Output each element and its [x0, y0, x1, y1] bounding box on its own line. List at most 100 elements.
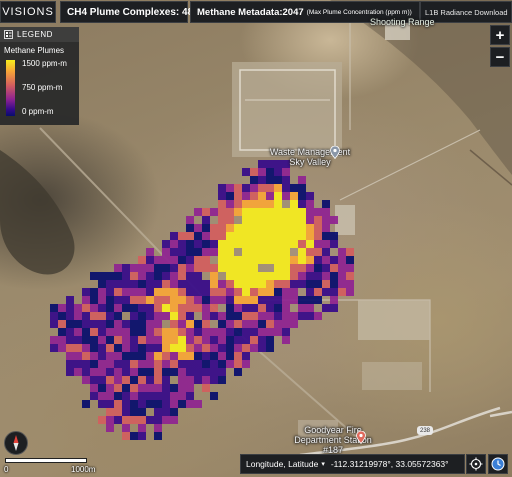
- plume-pixel: [186, 216, 194, 224]
- plume-pixel: [154, 360, 162, 368]
- plume-pixel: [74, 304, 82, 312]
- plume-pixel: [298, 264, 306, 272]
- waste-facility-label[interactable]: Waste Management Sky Valley: [265, 147, 355, 167]
- plume-pixel: [290, 256, 298, 264]
- plume-pixel: [322, 288, 330, 296]
- methane-plume[interactable]: [50, 160, 354, 440]
- plume-pixel: [90, 320, 98, 328]
- plume-pixel: [250, 312, 258, 320]
- plume-pixel: [266, 168, 274, 176]
- plume-complexes-chip[interactable]: CH4 Plume Complexes: 483: [60, 1, 199, 23]
- plume-pixel: [98, 320, 106, 328]
- plume-pixel: [306, 240, 314, 248]
- plume-pixel: [138, 432, 146, 440]
- plume-pixel: [154, 280, 162, 288]
- plume-pixel: [242, 336, 250, 344]
- plume-pixel: [58, 328, 66, 336]
- plume-pixel: [146, 384, 154, 392]
- plume-pixel: [338, 248, 346, 256]
- plume-pixel: [298, 304, 306, 312]
- plume-pixel: [170, 384, 178, 392]
- plume-pixel: [258, 320, 266, 328]
- plume-pixel: [306, 264, 314, 272]
- plume-pixel: [130, 352, 138, 360]
- plume-pixel: [202, 328, 210, 336]
- plume-pixel: [226, 192, 234, 200]
- zoom-in-button[interactable]: +: [490, 25, 510, 45]
- locate-button[interactable]: [466, 454, 486, 474]
- plume-pixel: [234, 256, 242, 264]
- plume-pixel: [322, 248, 330, 256]
- plume-pixel: [282, 216, 290, 224]
- shooting-range-label[interactable]: Shooting Range: [370, 17, 435, 27]
- plume-pixel: [130, 304, 138, 312]
- plume-pixel: [186, 312, 194, 320]
- plume-pixel: [210, 224, 218, 232]
- plume-pixel: [162, 384, 170, 392]
- plume-pixel: [98, 288, 106, 296]
- plume-pixel: [274, 176, 282, 184]
- plume-pixel: [242, 184, 250, 192]
- legend-panel: LEGEND Methane Plumes 1500 ppm-m 750 ppm…: [0, 27, 79, 125]
- visions-button[interactable]: VISIONS: [0, 1, 56, 23]
- plume-pixel: [250, 320, 258, 328]
- plume-pixel: [170, 232, 178, 240]
- plume-pixel: [170, 296, 178, 304]
- plume-pixel: [282, 240, 290, 248]
- plume-pixel: [234, 352, 242, 360]
- plume-pixel: [194, 208, 202, 216]
- plume-pixel: [242, 288, 250, 296]
- plume-pixel: [298, 216, 306, 224]
- zoom-out-button[interactable]: −: [490, 47, 510, 67]
- plume-pixel: [218, 312, 226, 320]
- plume-pixel: [194, 344, 202, 352]
- plume-pixel: [306, 208, 314, 216]
- road-ne: [339, 129, 481, 201]
- plume-pixel: [202, 304, 210, 312]
- plume-pixel: [170, 368, 178, 376]
- plume-pixel: [314, 288, 322, 296]
- clock-icon: [491, 457, 505, 471]
- plume-pixel: [170, 408, 178, 416]
- plume-pixel: [162, 368, 170, 376]
- legend-header[interactable]: LEGEND: [0, 27, 79, 42]
- plume-pixel: [114, 344, 122, 352]
- plume-pixel: [346, 264, 354, 272]
- fire-station-pin-icon[interactable]: [356, 431, 366, 444]
- plume-pixel: [282, 176, 290, 184]
- plume-pixel: [186, 368, 194, 376]
- plume-pixel: [98, 376, 106, 384]
- plume-pixel: [106, 408, 114, 416]
- plume-pixel: [122, 416, 130, 424]
- coordinate-readout[interactable]: Longitude, Latitude ▾ -112.31219978°, 33…: [240, 454, 465, 474]
- plume-pixel: [82, 360, 90, 368]
- plume-pixel: [330, 256, 338, 264]
- plume-pixel: [250, 240, 258, 248]
- plume-pixel: [314, 272, 322, 280]
- plume-pixel: [234, 328, 242, 336]
- compass-button[interactable]: [4, 431, 28, 455]
- plume-pixel: [194, 320, 202, 328]
- plume-pixel: [194, 272, 202, 280]
- plume-pixel: [314, 280, 322, 288]
- plume-pixel: [290, 288, 298, 296]
- plume-pixel: [258, 208, 266, 216]
- plume-pixel: [266, 328, 274, 336]
- plume-pixel: [242, 224, 250, 232]
- plume-pixel: [130, 360, 138, 368]
- plume-pixel: [194, 376, 202, 384]
- plume-pixel: [154, 352, 162, 360]
- plume-pixel: [202, 216, 210, 224]
- plume-pixel: [138, 424, 146, 432]
- plume-pixel: [90, 360, 98, 368]
- plume-pixel: [266, 200, 274, 208]
- time-button[interactable]: [488, 454, 508, 474]
- plume-pixel: [114, 296, 122, 304]
- plume-pixel: [202, 352, 210, 360]
- map-pin-icon[interactable]: [330, 146, 340, 159]
- plume-pixel: [266, 256, 274, 264]
- plume-pixel: [226, 336, 234, 344]
- plume-pixel: [202, 264, 210, 272]
- plume-pixel: [162, 328, 170, 336]
- plume-pixel: [122, 304, 130, 312]
